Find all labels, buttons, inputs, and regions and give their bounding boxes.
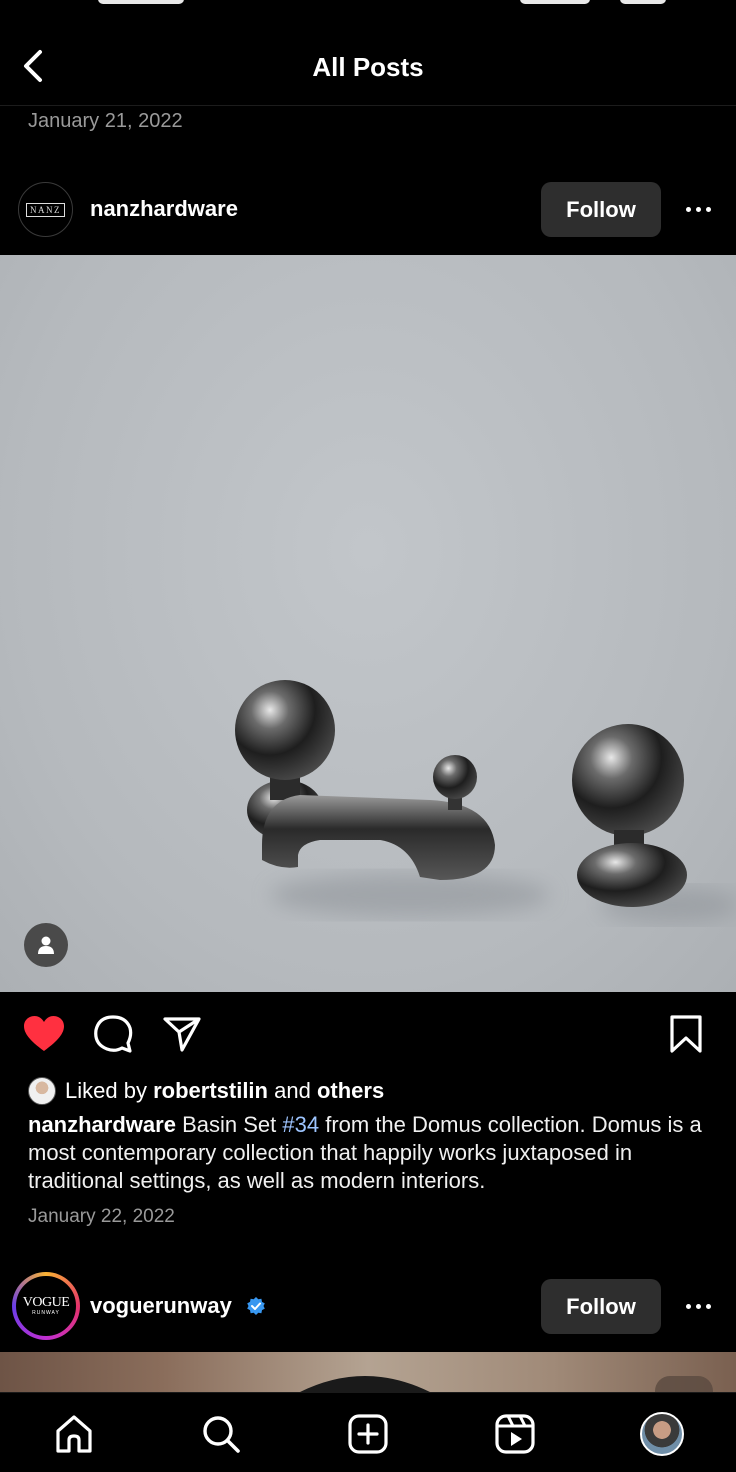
plus-square-icon [348,1414,388,1454]
profile-avatar [640,1412,684,1456]
like-button[interactable] [22,1012,66,1056]
next-post-username[interactable]: voguerunway [90,1293,266,1319]
verified-badge-icon [247,1297,265,1315]
follow-button[interactable]: Follow [541,182,661,237]
share-button[interactable] [160,1012,204,1056]
vogue-logo: VOGUE RUNWAY [16,1276,76,1336]
faucet-photo [235,680,736,923]
next-post-more-options-button[interactable] [678,1290,718,1322]
search-icon [203,1416,240,1453]
save-button[interactable] [664,1012,708,1056]
nav-create[interactable] [345,1411,391,1457]
avatar[interactable]: NANZ [18,182,73,237]
liker-avatar [28,1077,56,1105]
caption-username[interactable]: nanzhardware [28,1112,176,1137]
vogue-logo-main: VOGUE [22,1295,70,1310]
liked-by-prefix: Liked by [65,1078,147,1103]
status-bar [0,0,736,8]
likes-summary[interactable]: Liked by robertstilin and others [28,1076,384,1106]
post-username[interactable]: nanzhardware [90,196,238,222]
top-bar: All Posts [0,28,736,106]
liked-by-user[interactable]: robertstilin [153,1078,268,1104]
liked-by-others[interactable]: others [317,1078,384,1104]
heart-icon [24,1016,64,1051]
user-tag-button[interactable] [24,923,68,967]
next-post-image-content [300,1376,713,1392]
nanz-logo: NANZ [26,202,65,217]
status-battery-fragment [620,0,666,4]
comment-button[interactable] [91,1012,135,1056]
page-title: All Posts [312,52,424,82]
liked-by-and: and [274,1078,311,1103]
vogue-logo-sub: RUNWAY [32,1310,60,1316]
caption-hashtag[interactable]: #34 [282,1112,319,1137]
comment-icon [94,1015,133,1053]
send-icon [163,1017,201,1052]
post-header: NANZ nanzhardware Follow [0,173,736,245]
more-horizontal-icon [685,1303,691,1309]
nav-profile[interactable] [639,1411,685,1457]
next-post-header: VOGUE RUNWAY voguerunway Follow [0,1270,736,1342]
next-post-follow-button[interactable]: Follow [541,1279,661,1334]
next-post-avatar[interactable]: VOGUE RUNWAY [12,1272,80,1340]
reels-icon [495,1414,535,1454]
nav-home[interactable] [51,1411,97,1457]
user-tag-icon [38,936,54,954]
post-caption: nanzhardware Basin Set #34 from the Domu… [28,1111,718,1195]
bookmark-icon [670,1015,702,1053]
post-actions [0,1010,736,1056]
status-time-fragment [98,0,184,4]
status-signal-fragment [520,0,590,4]
next-post-image[interactable] [0,1352,736,1392]
previous-post-date: January 21, 2022 [28,110,183,132]
nav-reels[interactable] [492,1411,538,1457]
more-horizontal-icon [685,206,691,212]
nav-search[interactable] [198,1411,244,1457]
bottom-navigation [0,1392,736,1472]
home-icon [56,1415,92,1453]
post-image[interactable] [0,255,736,992]
post-date: January 22, 2022 [28,1206,175,1227]
next-post-username-text: voguerunway [90,1293,232,1318]
caption-text-start: Basin Set [182,1112,277,1137]
more-options-button[interactable] [678,193,718,225]
